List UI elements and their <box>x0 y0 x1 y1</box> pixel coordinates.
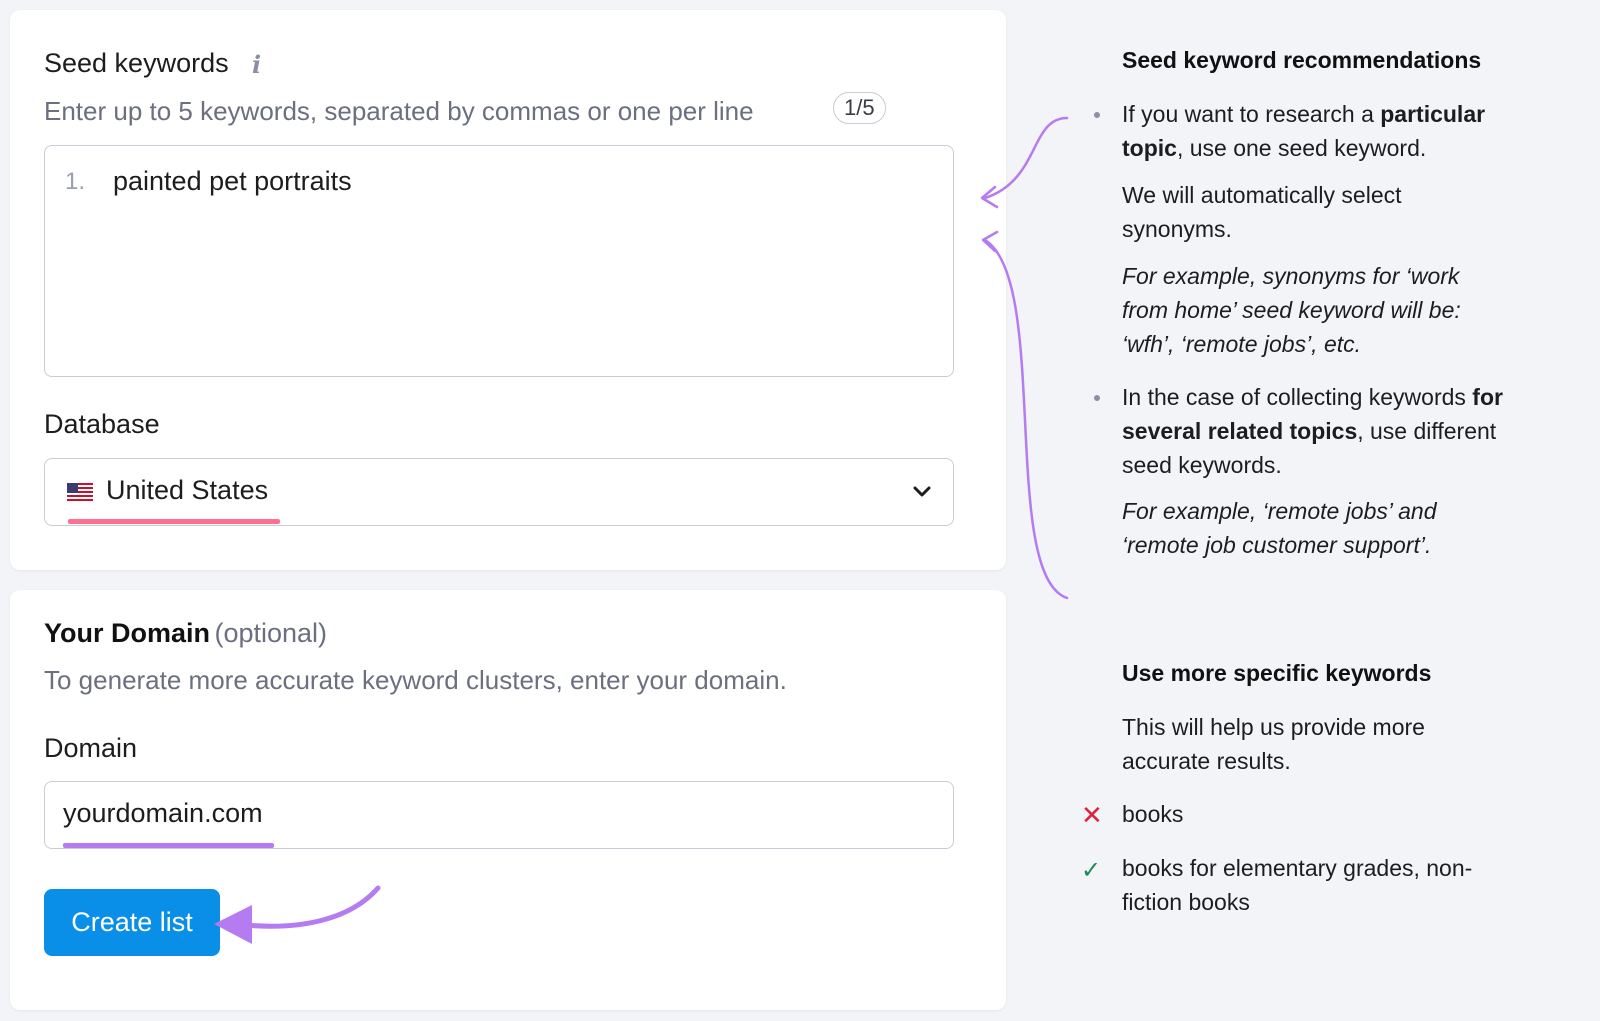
recommendation-bullet-1: If you want to research a particular topi… <box>1122 101 1486 161</box>
recommendation-bullet-1-example: For example, synonyms for ‘work from home… <box>1122 263 1461 357</box>
bullet-dot <box>1094 112 1100 118</box>
bullet-dot <box>1094 395 1100 401</box>
specific-keywords-heading: Use more specific keywords <box>1122 660 1432 686</box>
bad-example-text: books <box>1122 801 1184 827</box>
specific-keywords-description: This will help us provide more accurate r… <box>1122 714 1425 774</box>
x-mark-icon: ✕ <box>1081 800 1103 830</box>
arrow-to-create-button <box>242 885 381 929</box>
arrow-to-textarea-bottom <box>983 238 1069 600</box>
arrow-to-textarea-top <box>983 116 1069 200</box>
arrow-head-create <box>214 905 252 944</box>
recommendation-bullet-2-example: For example, ‘remote jobs’ and ‘remote jo… <box>1122 498 1437 558</box>
recommendation-bullet-1-note: We will automatically select synonyms. <box>1122 182 1402 242</box>
checkmark-icon: ✓ <box>1081 857 1102 884</box>
recommendation-bullet-2: In the case of collecting keywords for se… <box>1122 384 1503 478</box>
good-example-text: books for elementary grades, non-fiction… <box>1122 855 1473 915</box>
recommendations-heading: Seed keyword recommendations <box>1122 47 1482 73</box>
